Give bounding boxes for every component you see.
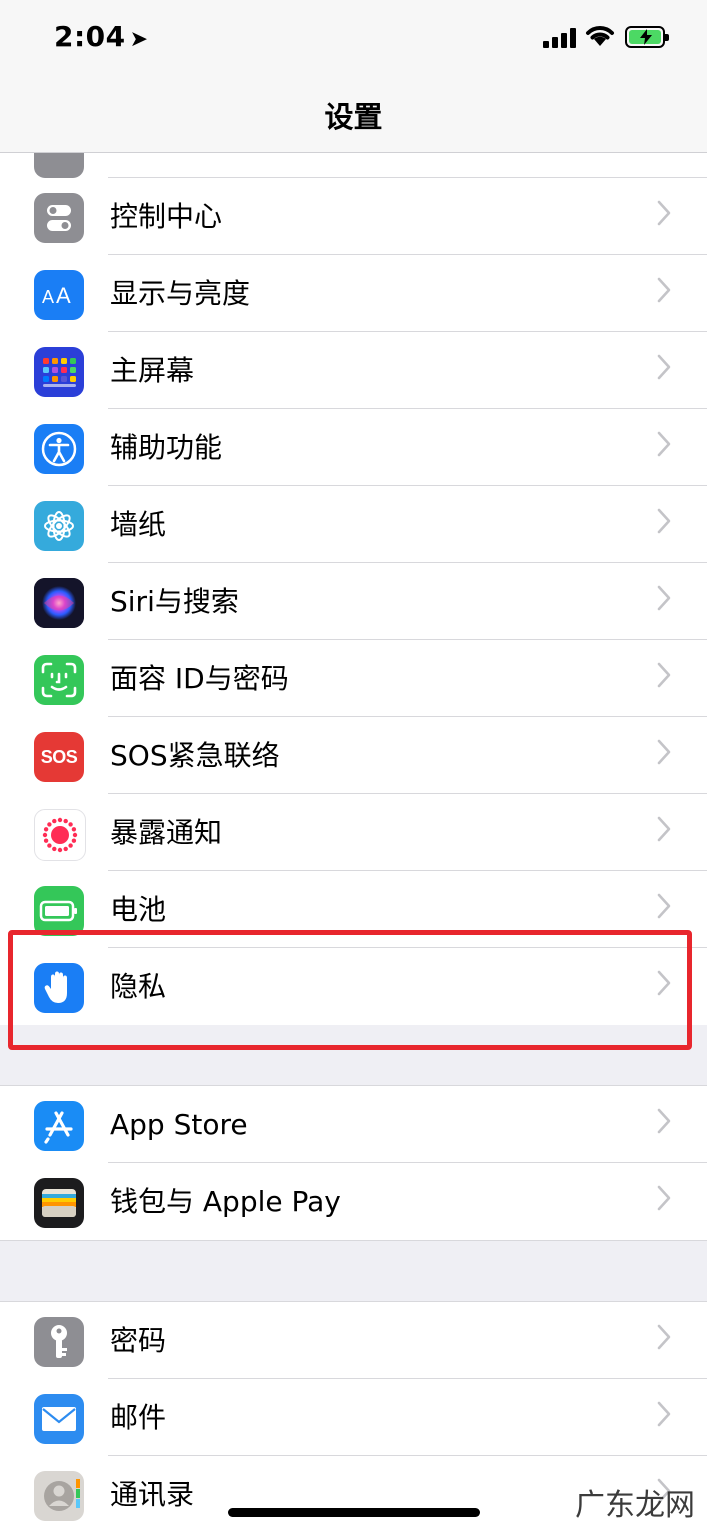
settings-item-exposure-notification[interactable]: 暴露通知 bbox=[0, 794, 707, 871]
chevron-right-icon bbox=[657, 739, 671, 769]
svg-text:A: A bbox=[56, 283, 71, 308]
chevron-right-icon bbox=[657, 1324, 671, 1354]
chevron-right-icon bbox=[657, 1185, 671, 1215]
settings-item-home-screen[interactable]: 主屏幕 bbox=[0, 332, 707, 409]
settings-list: 通用 控制中心 AA 显示与亮度主屏幕辅助功能墙纸 Siri与搜索面容 ID与密码 SO… bbox=[0, 153, 707, 1533]
key-icon bbox=[34, 1317, 84, 1367]
mail-icon bbox=[34, 1394, 84, 1444]
chevron-right-icon bbox=[657, 893, 671, 923]
watermark: 广东龙网 bbox=[575, 1488, 695, 1523]
settings-item-face-id-passcode[interactable]: 面容 ID与密码 bbox=[0, 640, 707, 717]
status-bar: 2:04 ➤ bbox=[0, 0, 707, 80]
settings-item-label: 钱包与 Apple Pay bbox=[110, 1185, 341, 1218]
settings-item-general[interactable]: 通用 bbox=[0, 153, 707, 178]
chevron-right-icon bbox=[657, 354, 671, 384]
settings-item-label: Siri与搜索 bbox=[110, 585, 239, 618]
grid-icon bbox=[34, 347, 84, 397]
contacts-icon bbox=[34, 1471, 84, 1521]
settings-item-label: App Store bbox=[110, 1108, 248, 1141]
battery-status-icon bbox=[625, 26, 669, 48]
nav-bar: 设置 bbox=[0, 80, 707, 153]
chevron-right-icon bbox=[657, 662, 671, 692]
settings-item-label: 显示与亮度 bbox=[110, 277, 251, 310]
settings-item-label: 控制中心 bbox=[110, 200, 223, 233]
settings-item-label: 通用 bbox=[110, 153, 166, 157]
chevron-right-icon bbox=[657, 585, 671, 615]
location-arrow-icon: ➤ bbox=[129, 27, 149, 52]
app-store-icon bbox=[34, 1101, 84, 1151]
svg-text:A: A bbox=[42, 287, 54, 307]
chevron-right-icon bbox=[657, 431, 671, 461]
aa-icon: AA bbox=[34, 270, 84, 320]
chevron-right-icon bbox=[657, 200, 671, 230]
settings-group-2: App Store 钱包与 Apple Pay bbox=[0, 1085, 707, 1241]
home-indicator bbox=[228, 1508, 480, 1517]
siri-icon bbox=[34, 578, 84, 628]
settings-item-label: SOS紧急联络 bbox=[110, 739, 280, 772]
accessibility-icon bbox=[34, 424, 84, 474]
flower-icon bbox=[34, 501, 84, 551]
status-time: 2:04 ➤ bbox=[54, 20, 149, 53]
settings-group-1: 通用 控制中心 AA 显示与亮度主屏幕辅助功能墙纸 Siri与搜索面容 ID与密码 SO… bbox=[0, 153, 707, 1025]
toggles-icon bbox=[34, 193, 84, 243]
settings-item-wallpaper[interactable]: 墙纸 bbox=[0, 486, 707, 563]
gear-icon bbox=[34, 153, 84, 178]
settings-item-control-center[interactable]: 控制中心 bbox=[0, 178, 707, 255]
settings-item-passwords[interactable]: 密码 bbox=[0, 1302, 707, 1379]
settings-item-app-store[interactable]: App Store bbox=[0, 1086, 707, 1163]
settings-item-label: 面容 ID与密码 bbox=[110, 662, 289, 695]
settings-item-wallet-apple-pay[interactable]: 钱包与 Apple Pay bbox=[0, 1163, 707, 1240]
settings-item-emergency-sos[interactable]: SOS SOS紧急联络 bbox=[0, 717, 707, 794]
chevron-right-icon bbox=[657, 277, 671, 307]
cellular-signal-icon bbox=[543, 28, 577, 48]
settings-item-display-brightness[interactable]: A A 显示与亮度 bbox=[0, 255, 707, 332]
page-title: 设置 bbox=[324, 100, 383, 134]
settings-item-label: 通讯录 bbox=[110, 1478, 195, 1511]
settings-item-accessibility[interactable]: 辅助功能 bbox=[0, 409, 707, 486]
settings-item-label: 主屏幕 bbox=[110, 354, 195, 387]
settings-item-label: 墙纸 bbox=[110, 508, 167, 541]
wifi-icon bbox=[586, 26, 614, 46]
settings-item-label: 暴露通知 bbox=[110, 816, 223, 849]
chevron-right-icon bbox=[657, 508, 671, 538]
settings-item-siri-search[interactable]: Siri与搜索 bbox=[0, 563, 707, 640]
settings-item-label: 密码 bbox=[110, 1324, 167, 1357]
settings-item-label: 辅助功能 bbox=[110, 431, 223, 464]
exposure-icon bbox=[34, 809, 86, 861]
sos-icon: SOS bbox=[34, 732, 84, 782]
battery-icon bbox=[34, 886, 84, 936]
chevron-right-icon bbox=[657, 1108, 671, 1138]
chevron-right-icon bbox=[657, 816, 671, 846]
highlight-box bbox=[8, 930, 692, 1050]
chevron-right-icon bbox=[657, 1401, 671, 1431]
settings-item-label: 邮件 bbox=[110, 1401, 167, 1434]
face-id-icon bbox=[34, 655, 84, 705]
settings-item-mail[interactable]: 邮件 bbox=[0, 1379, 707, 1456]
wallet-icon bbox=[34, 1178, 84, 1228]
